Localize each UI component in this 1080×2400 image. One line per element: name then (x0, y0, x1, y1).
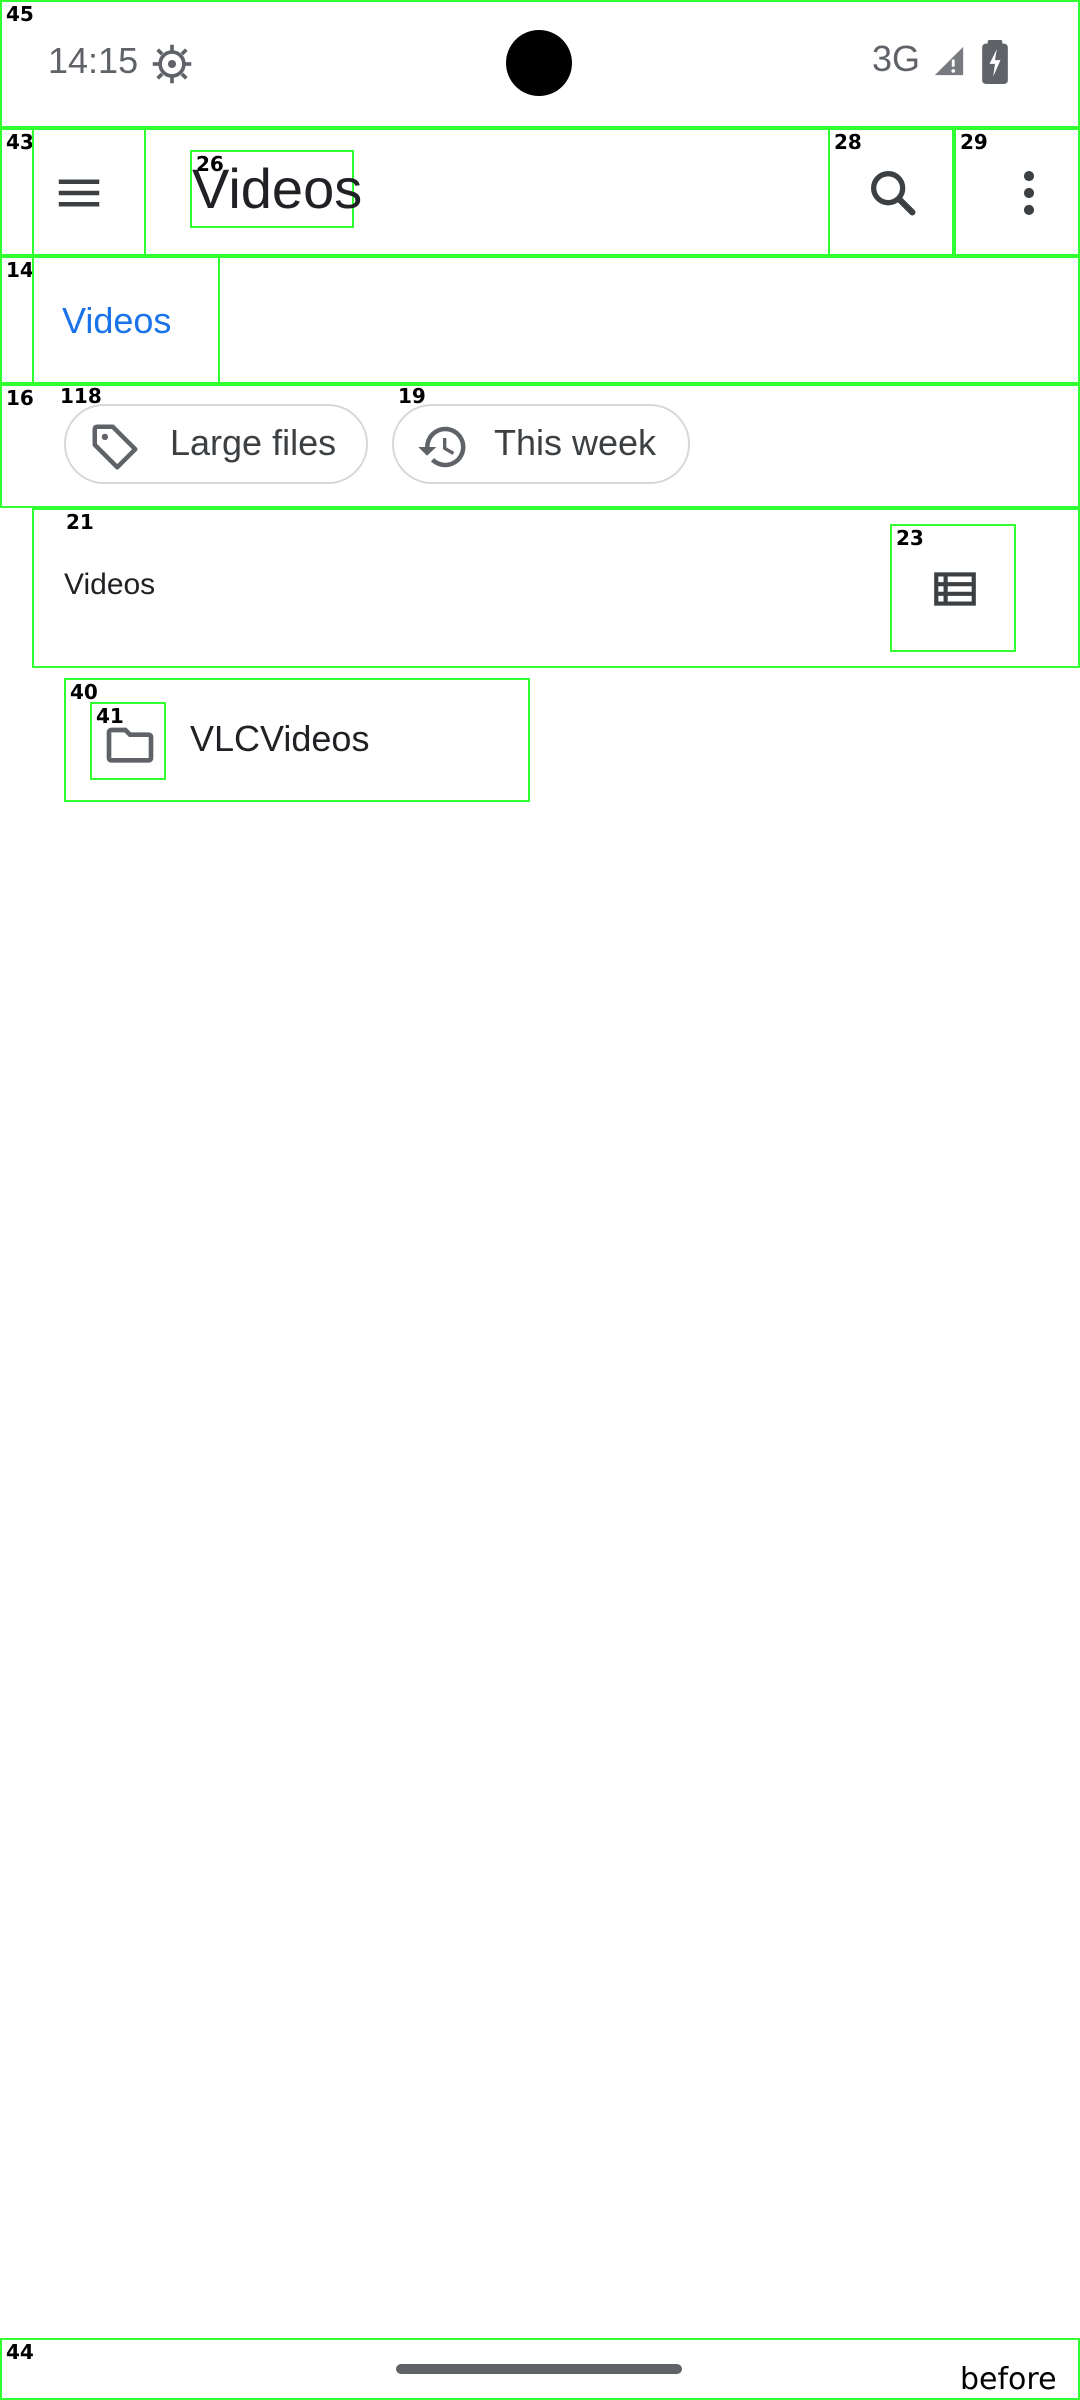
list-view-icon (930, 564, 980, 614)
gear-icon (150, 42, 194, 86)
label-icon (88, 420, 142, 474)
folder-icon-box: 41 (90, 702, 166, 780)
overlay-tag-view-toggle: 23 (896, 526, 924, 550)
page-title: Videos (192, 157, 363, 220)
overlay-tag-folder-item: 40 (70, 680, 98, 704)
search-button[interactable]: 28 (828, 128, 954, 256)
folder-icon (102, 716, 158, 772)
chip-large-files-label: Large files (170, 422, 337, 463)
overlay-tag-section: 21 (66, 510, 94, 534)
section-title: Videos (64, 568, 156, 601)
tab-videos-label: Videos (62, 300, 172, 341)
network-type: 3G (872, 38, 921, 79)
overlay-tag-more: 29 (960, 130, 988, 154)
menu-icon (52, 166, 106, 220)
gesture-handle[interactable] (396, 2364, 682, 2374)
status-time: 14:15 (48, 40, 139, 81)
more-vert-icon (1000, 164, 1058, 222)
search-icon (864, 164, 922, 222)
overlay-tag-chip-large: 118 (60, 384, 102, 408)
footer-label: before (960, 2362, 1057, 2397)
history-icon (416, 420, 470, 474)
more-options-button[interactable]: 29 (954, 128, 1080, 256)
overlay-tag-status: 45 (6, 2, 34, 26)
overlay-tag-chips: 16 (6, 386, 34, 410)
signal-icon (932, 44, 966, 78)
chip-this-week-label: This week (494, 422, 657, 463)
folder-item-label: VLCVideos (190, 718, 370, 759)
overlay-tag-search: 28 (834, 130, 862, 154)
view-mode-toggle[interactable]: 23 (890, 524, 1016, 652)
menu-button[interactable] (32, 128, 146, 256)
battery-charging-icon (982, 40, 1008, 84)
overlay-tag-bottom: 44 (6, 2340, 34, 2364)
front-camera-cutout (506, 30, 572, 96)
overlay-tag-chip-week: 19 (398, 384, 426, 408)
